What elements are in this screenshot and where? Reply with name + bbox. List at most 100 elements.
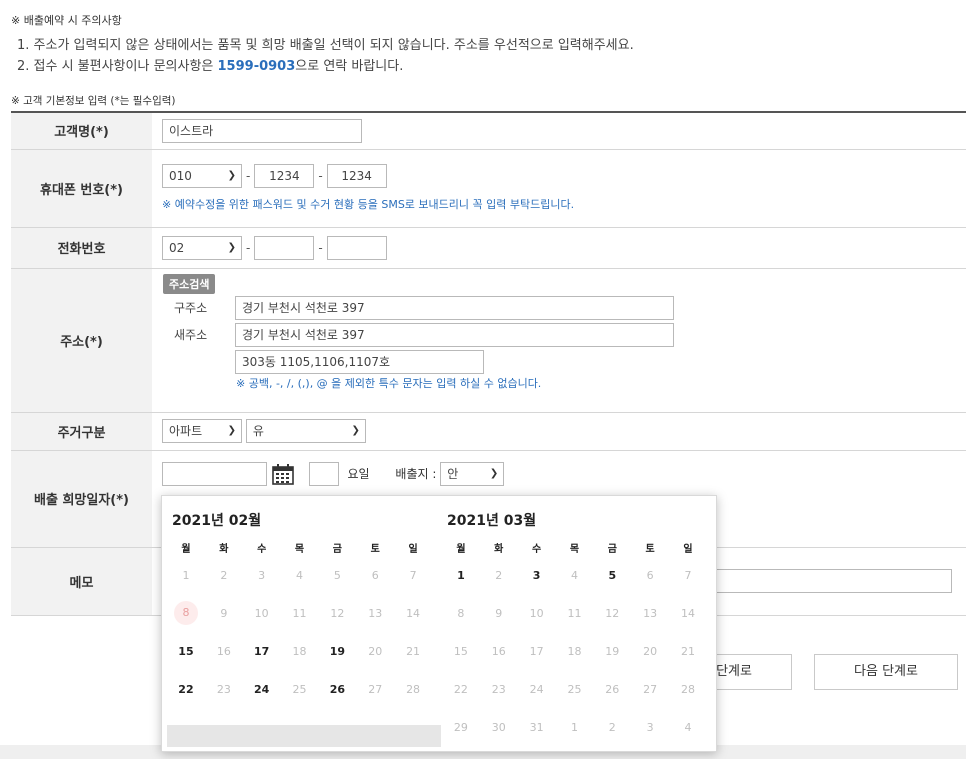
dash-separator: - [318, 169, 323, 183]
phone-prefix-select[interactable]: 02 ❯ [162, 235, 242, 260]
day-cell-available[interactable]: 26 [318, 670, 356, 708]
day-cell: 19 [605, 644, 620, 658]
day-cell: 11 [292, 606, 307, 620]
day-cell: 1 [570, 720, 578, 734]
day-cell: 12 [605, 606, 620, 620]
weekday-header: 금 [607, 543, 617, 555]
day-cell-available[interactable]: 3 [518, 556, 556, 594]
month-days: 1 2 3 4 5 6 7 8 9 10 11 12 13 14 15 16 17 18 19 20 21 22 23 24 2… [167, 556, 432, 708]
day-cell: 8 [167, 594, 205, 632]
day-cell: 28 [406, 682, 421, 696]
name-label: 고객명(*) [11, 111, 152, 150]
old-address-label: 구주소 [174, 301, 208, 315]
day-cell: 30 [491, 720, 506, 734]
chevron-down-icon: ❯ [227, 241, 236, 253]
notice-line-2-text: 2. 접수 시 불편사항이나 문의사항은 [17, 59, 218, 74]
day-cell: 3 [258, 568, 266, 582]
new-address-label: 새주소 [174, 328, 208, 342]
day-cell: 21 [406, 644, 421, 658]
mobile-mid-input[interactable]: 1234 [254, 164, 315, 188]
week-row: 8 9 10 11 12 13 14 [442, 594, 707, 632]
detail-address-input[interactable]: 303동 1105,1106,1107호 [235, 350, 484, 374]
place-label: 배출지 : [395, 467, 437, 481]
housing-type-select[interactable]: 아파트 ❯ [162, 419, 242, 443]
day-cell: 4 [684, 720, 692, 734]
day-cell: 14 [681, 606, 696, 620]
weekday-input [308, 461, 339, 486]
day-cell: 25 [292, 682, 307, 696]
day-cell-available[interactable]: 19 [318, 632, 356, 670]
notice-line-2-suffix: 으로 연락 바랍니다. [295, 59, 404, 74]
new-address-input[interactable]: 경기 부천시 석천로 397 [235, 323, 674, 347]
place-value: 안 [447, 466, 459, 481]
day-cell-available[interactable]: 22 [167, 670, 205, 708]
weekday-header: 일 [408, 543, 418, 555]
notice-line-1: 1. 주소가 입력되지 않은 상태에서는 품목 및 희망 배출일 선택이 되지 … [17, 38, 634, 53]
day-cell: 16 [491, 644, 506, 658]
day-cell: 13 [643, 606, 658, 620]
day-cell-available[interactable]: 1 [442, 556, 480, 594]
week-row: 1 2 3 4 5 6 7 [167, 556, 432, 594]
notice-line-2: 2. 접수 시 불편사항이나 문의사항은 1599-0903으로 연락 바랍니다… [17, 55, 403, 74]
weekday-header: 일 [683, 543, 693, 555]
day-cell: 23 [216, 682, 231, 696]
weekday-header: 토 [645, 543, 655, 555]
day-cell: 18 [567, 644, 582, 658]
address-hint: ※ 공백, -, /, (,), @ 을 제외한 특수 문자는 입력 하실 수 … [236, 377, 542, 390]
week-row: 22 23 24 25 26 27 28 [167, 670, 432, 708]
mobile-prefix-select[interactable]: 010 ❯ [162, 164, 242, 188]
date-label: 배출 희망일자(*) [11, 450, 152, 548]
day-cell: 9 [220, 606, 228, 620]
phone-mid-input[interactable] [254, 235, 315, 260]
day-cell-available[interactable]: 17 [243, 632, 281, 670]
elevator-select[interactable]: 유 ❯ [245, 419, 366, 443]
weekday-header: 화 [494, 543, 504, 555]
notice-title: ※ 배출예약 시 주의사항 [11, 14, 122, 27]
day-cell: 8 [457, 606, 465, 620]
address-label: 주소(*) [11, 268, 152, 413]
day-cell-available[interactable]: 24 [243, 670, 281, 708]
day-cell: 14 [406, 606, 421, 620]
month-grid: 월화수목금토일 1 2 3 4 5 6 7 8 9 10 11 12 13 14 15 16 17 18 19 20 2… [442, 538, 707, 746]
weekday-header: 목 [569, 543, 580, 555]
address-search-button[interactable]: 주소검색 [163, 274, 216, 294]
old-address-input[interactable]: 경기 부천시 석천로 397 [235, 296, 674, 320]
month-days: 1 2 3 4 5 6 7 8 9 10 11 12 13 14 15 16 17 18 19 20 21 22 23 24 2… [442, 556, 707, 746]
week-row: 29 30 31 1 2 3 4 [442, 708, 707, 746]
chevron-down-icon: ❯ [227, 170, 236, 181]
day-cell: 2 [495, 568, 503, 582]
day-cell: 11 [567, 606, 582, 620]
day-cell: 15 [453, 644, 468, 658]
name-input[interactable]: 이스트라 [162, 118, 362, 143]
chevron-down-icon: ❯ [351, 425, 360, 436]
month-title: 2021년 02월 [172, 513, 262, 529]
memo-label: 메모 [11, 547, 152, 616]
month-title: 2021년 03월 [447, 513, 537, 529]
day-cell: 27 [643, 682, 658, 696]
place-select[interactable]: 안 ❯ [440, 461, 505, 486]
mobile-last-input[interactable]: 1234 [326, 164, 387, 188]
weekday-header-row: 월화수목금토일 [167, 538, 432, 556]
date-input[interactable] [162, 461, 267, 486]
day-cell: 5 [333, 568, 341, 582]
day-cell: 25 [567, 682, 582, 696]
mobile-label: 휴대폰 번호(*) [11, 149, 152, 228]
weekday-header: 수 [532, 543, 542, 555]
day-cell: 24 [529, 682, 544, 696]
weekday-header: 목 [294, 543, 305, 555]
datepicker-popup: 2021년 02월 월화수목금토일 1 2 3 4 5 6 7 8 9 10 11 12 13 14 15 1… [161, 495, 717, 752]
weekday-header-row: 월화수목금토일 [442, 538, 707, 556]
weekday-header: 화 [219, 543, 229, 555]
weekday-label: 요일 [347, 467, 370, 481]
next-step-button[interactable]: 다음 단계로 [814, 654, 958, 690]
calendar-icon[interactable] [271, 463, 295, 485]
day-cell: 10 [529, 606, 544, 620]
elevator-value: 유 [252, 424, 264, 438]
week-row: 15 16 17 18 19 20 21 [442, 632, 707, 670]
day-cell-available[interactable]: 5 [593, 556, 631, 594]
day-cell: 9 [495, 606, 503, 620]
dash-separator: - [246, 240, 251, 255]
phone-last-input[interactable] [326, 235, 387, 260]
day-cell-available[interactable]: 15 [167, 632, 205, 670]
day-cell: 22 [453, 682, 468, 696]
